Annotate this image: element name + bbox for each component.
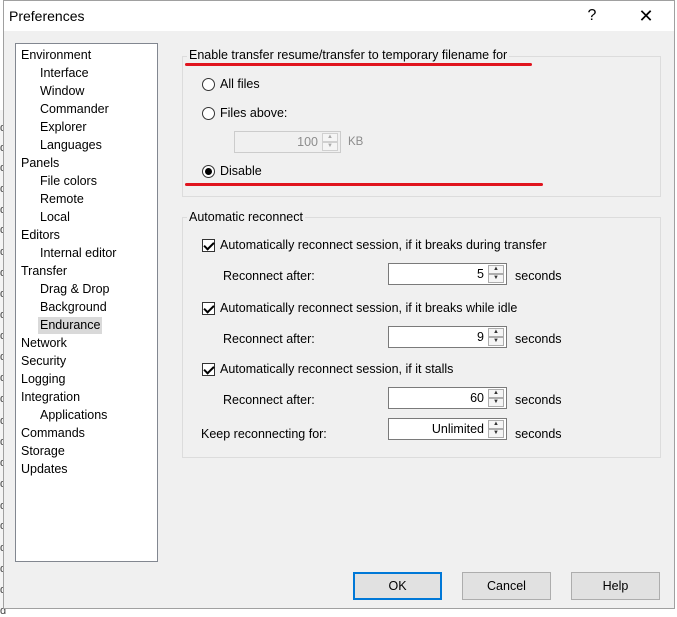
title-bar: Preferences ? ✕	[4, 1, 674, 31]
transfer-seconds-label: seconds	[515, 269, 562, 283]
reconnect-stalls-label[interactable]: Automatically reconnect session, if it s…	[220, 362, 453, 376]
transfer-reconnect-after-stepper[interactable]: 5 ▲ ▼	[388, 263, 507, 285]
spin-down-icon[interactable]: ▼	[488, 429, 504, 438]
close-icon[interactable]: ✕	[624, 4, 668, 28]
tree-item-commander[interactable]: Commander	[38, 101, 111, 118]
files-above-label[interactable]: Files above:	[220, 106, 287, 120]
annotation-underline-disable	[185, 183, 543, 186]
reconnect-transfer-label[interactable]: Automatically reconnect session, if it b…	[220, 238, 547, 252]
tree-item-environment[interactable]: Environment	[19, 47, 93, 64]
idle-reconnect-after-stepper[interactable]: 9 ▲ ▼	[388, 326, 507, 348]
keep-reconnecting-label: Keep reconnecting for:	[201, 427, 327, 441]
ok-button[interactable]: OK	[353, 572, 442, 600]
tree-item-editors[interactable]: Editors	[19, 227, 62, 244]
keep-seconds-label: seconds	[515, 427, 562, 441]
reconnect-transfer-checkbox[interactable]	[202, 239, 215, 252]
tree-item-languages[interactable]: Languages	[38, 137, 104, 154]
tree-item-file-colors[interactable]: File colors	[38, 173, 99, 190]
all-files-label[interactable]: All files	[220, 77, 260, 91]
stalls-reconnect-after-stepper[interactable]: 60 ▲ ▼	[388, 387, 507, 409]
spin-up-icon[interactable]: ▲	[488, 328, 504, 337]
window-title: Preferences	[9, 8, 85, 24]
disable-label[interactable]: Disable	[220, 164, 262, 178]
tree-item-transfer[interactable]: Transfer	[19, 263, 69, 280]
idle-reconnect-after-value: 9	[477, 330, 484, 344]
spin-down-icon[interactable]: ▼	[488, 337, 504, 346]
tree-item-network[interactable]: Network	[19, 335, 69, 352]
annotation-underline-title	[185, 63, 532, 66]
tree-item-updates[interactable]: Updates	[19, 461, 70, 478]
tree-item-explorer[interactable]: Explorer	[38, 119, 89, 136]
help-button[interactable]: Help	[571, 572, 660, 600]
tree-item-security[interactable]: Security	[19, 353, 68, 370]
stalls-reconnect-after-value: 60	[470, 391, 484, 405]
files-above-size-value: 100	[297, 135, 318, 149]
idle-seconds-label: seconds	[515, 332, 562, 346]
spin-down-icon[interactable]: ▼	[488, 274, 504, 283]
stalls-seconds-label: seconds	[515, 393, 562, 407]
help-icon[interactable]: ?	[570, 4, 614, 28]
tree-item-local[interactable]: Local	[38, 209, 72, 226]
keep-reconnecting-value: Unlimited	[431, 422, 484, 436]
files-above-radio[interactable]	[202, 107, 215, 120]
transfer-reconnect-after-value: 5	[477, 267, 484, 281]
tree-item-drag-drop[interactable]: Drag & Drop	[38, 281, 111, 298]
tree-item-applications[interactable]: Applications	[38, 407, 109, 424]
spin-up-icon[interactable]: ▲	[322, 133, 338, 142]
tree-item-endurance[interactable]: Endurance	[38, 317, 103, 334]
tree-item-background[interactable]: Background	[38, 299, 109, 316]
spin-up-icon[interactable]: ▲	[488, 265, 504, 274]
disable-radio[interactable]	[202, 165, 215, 178]
tree-item-logging[interactable]: Logging	[19, 371, 68, 388]
tree-item-panels[interactable]: Panels	[19, 155, 61, 172]
files-above-size-stepper[interactable]: 100 ▲ ▼	[234, 131, 341, 153]
reconnect-group-title: Automatic reconnect	[187, 210, 305, 224]
preferences-dialog: Preferences ? ✕ Environment Interface Wind…	[3, 0, 675, 609]
tree-item-window[interactable]: Window	[38, 83, 86, 100]
spin-down-icon[interactable]: ▼	[488, 398, 504, 407]
reconnect-idle-label[interactable]: Automatically reconnect session, if it b…	[220, 301, 517, 315]
idle-reconnect-after-label: Reconnect after:	[223, 332, 315, 346]
all-files-radio[interactable]	[202, 78, 215, 91]
spin-down-icon[interactable]: ▼	[322, 142, 338, 151]
tree-item-remote[interactable]: Remote	[38, 191, 86, 208]
spin-up-icon[interactable]: ▲	[488, 389, 504, 398]
size-unit-label: KB	[348, 136, 364, 148]
tree-item-integration[interactable]: Integration	[19, 389, 82, 406]
tree-item-storage[interactable]: Storage	[19, 443, 67, 460]
spin-up-icon[interactable]: ▲	[488, 420, 504, 429]
keep-reconnecting-stepper[interactable]: Unlimited ▲ ▼	[388, 418, 507, 440]
transfer-reconnect-after-label: Reconnect after:	[223, 269, 315, 283]
tree-item-internal-editor[interactable]: Internal editor	[38, 245, 118, 262]
reconnect-idle-checkbox[interactable]	[202, 302, 215, 315]
tree-item-interface[interactable]: Interface	[38, 65, 91, 82]
preferences-tree[interactable]: Environment Interface Window Commander Explo…	[15, 43, 158, 562]
reconnect-stalls-checkbox[interactable]	[202, 363, 215, 376]
stalls-reconnect-after-label: Reconnect after:	[223, 393, 315, 407]
tree-item-commands[interactable]: Commands	[19, 425, 87, 442]
cancel-button[interactable]: Cancel	[462, 572, 551, 600]
resume-group-title: Enable transfer resume/transfer to tempo…	[187, 48, 510, 62]
